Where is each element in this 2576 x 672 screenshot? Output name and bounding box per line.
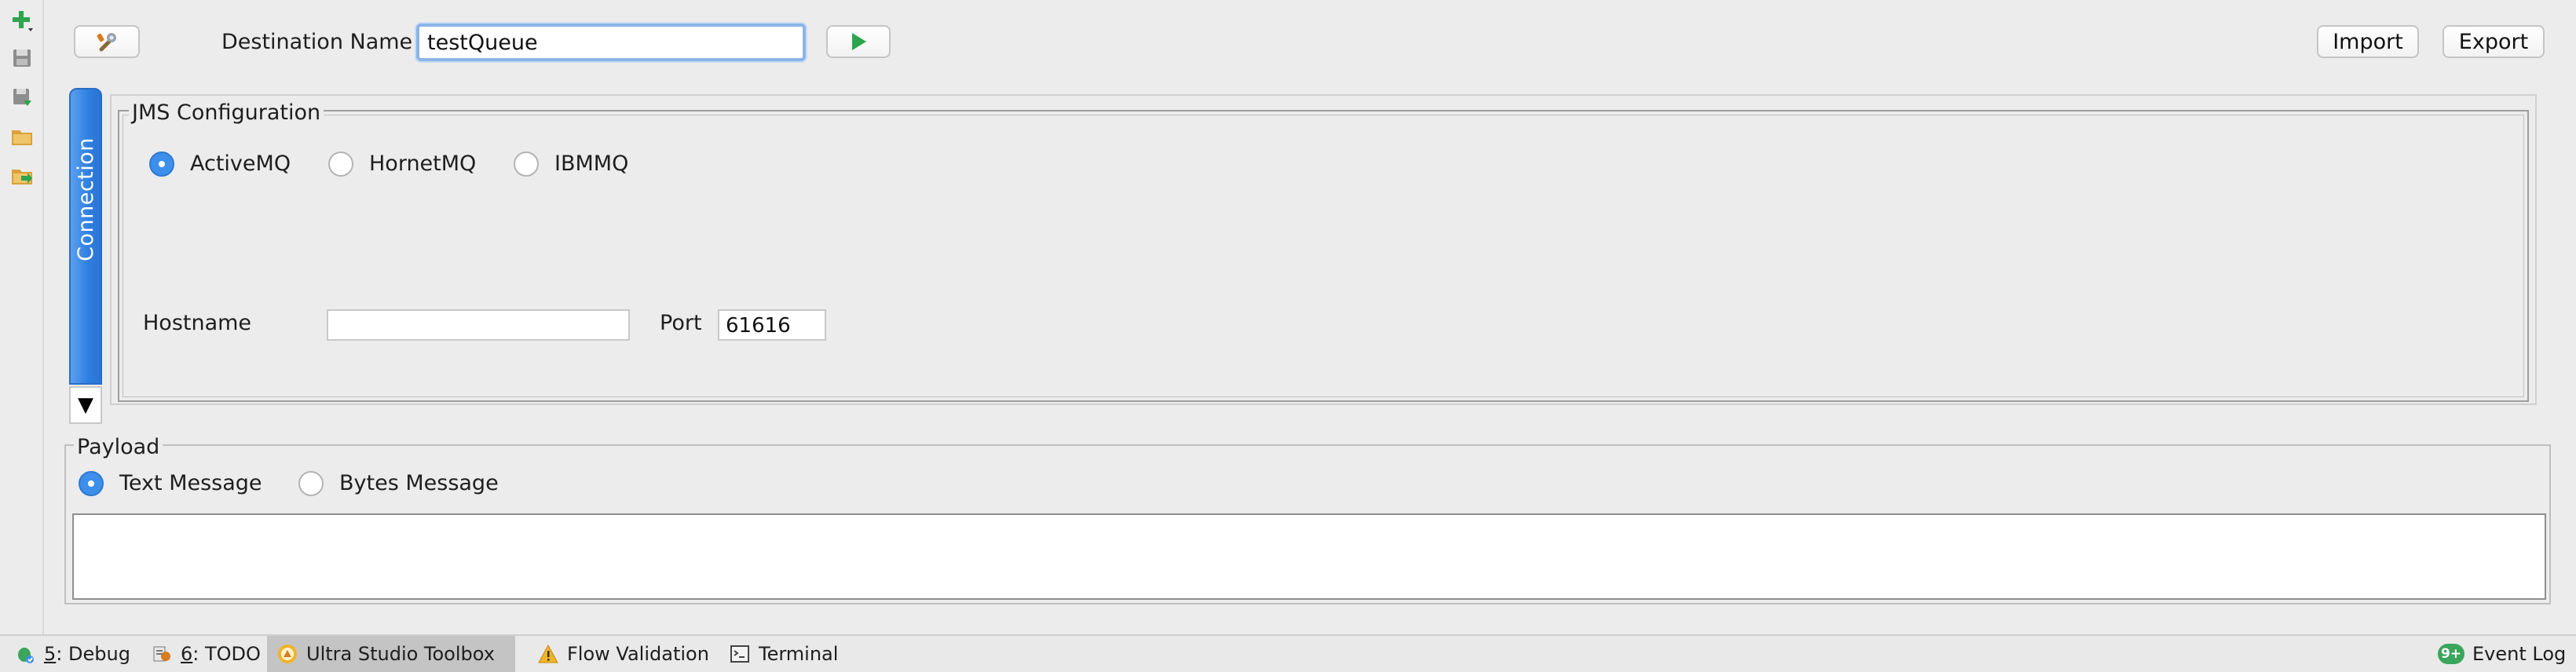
radio-ibmmq[interactable]: [514, 152, 539, 177]
todo-label: : TODO: [192, 643, 261, 665]
warning-icon: [537, 643, 559, 665]
destination-name-label: Destination Name: [221, 30, 413, 54]
terminal-label: Terminal: [759, 643, 839, 665]
radio-ibmmq-label: IBMMQ: [554, 152, 629, 176]
radio-activemq-label: ActiveMQ: [190, 152, 291, 176]
jms-configuration-group: [118, 110, 2529, 402]
debug-tool-button[interactable]: 5: Debug: [5, 636, 140, 672]
jms-configuration-title: JMS Configuration: [129, 100, 324, 125]
terminal-icon: [729, 643, 751, 665]
settings-wrench-button[interactable]: [74, 25, 140, 58]
port-label: Port: [660, 311, 702, 335]
ultra-studio-icon: [276, 643, 298, 665]
payload-title: Payload: [74, 435, 163, 459]
radio-text-message-label: Text Message: [119, 471, 262, 495]
debug-label: : Debug: [56, 643, 130, 665]
terminal-tool-button[interactable]: Terminal: [719, 636, 847, 672]
radio-bytes-message-label: Bytes Message: [339, 471, 499, 495]
ultra-studio-toolbox-label: Ultra Studio Toolbox: [306, 643, 495, 665]
port-input[interactable]: 61616: [718, 309, 826, 341]
event-log-tool-button[interactable]: 9+ Event Log: [2428, 636, 2575, 672]
export-button[interactable]: Export: [2442, 25, 2545, 58]
status-bar: 5: Debug 6: TODO Ultra Studio Toolbox Fl…: [0, 634, 2576, 672]
save-icon[interactable]: [8, 44, 36, 72]
jms-group-inner-border: [123, 115, 2524, 397]
play-icon: [849, 31, 868, 52]
run-button[interactable]: [826, 25, 891, 58]
open-folder-icon[interactable]: [8, 122, 36, 151]
add-icon[interactable]: [8, 6, 36, 35]
destination-name-input[interactable]: [416, 24, 806, 61]
todo-key: 6: [181, 643, 193, 665]
payload-content-area[interactable]: [72, 513, 2546, 600]
ultra-studio-toolbox-tab[interactable]: Ultra Studio Toolbox: [267, 636, 515, 672]
tab-dropdown-arrow-icon[interactable]: ▼: [69, 386, 102, 424]
event-log-badge: 9+: [2438, 644, 2464, 664]
flow-validation-label: Flow Validation: [567, 643, 709, 665]
radio-activemq[interactable]: [149, 152, 174, 177]
event-log-label: Event Log: [2472, 643, 2567, 665]
wrench-icon: [95, 31, 119, 53]
radio-text-message[interactable]: [79, 471, 104, 496]
radio-hornetmq[interactable]: [328, 152, 353, 177]
radio-bytes-message[interactable]: [298, 471, 324, 496]
left-toolbar: [0, 0, 44, 634]
hostname-input[interactable]: [327, 309, 630, 341]
hostname-label: Hostname: [143, 311, 252, 335]
todo-icon: [151, 643, 173, 665]
export-folder-icon[interactable]: [8, 162, 36, 190]
import-button[interactable]: Import: [2317, 25, 2419, 58]
tab-connection-label: Connection: [74, 137, 98, 261]
flow-validation-tool-button[interactable]: Flow Validation: [528, 636, 719, 672]
save-as-icon[interactable]: [8, 83, 36, 111]
tab-connection[interactable]: Connection: [69, 88, 102, 385]
debug-key: 5: [44, 643, 57, 665]
radio-hornetmq-label: HornetMQ: [369, 152, 477, 176]
bug-icon: [14, 643, 36, 665]
todo-tool-button[interactable]: 6: TODO: [141, 636, 270, 672]
